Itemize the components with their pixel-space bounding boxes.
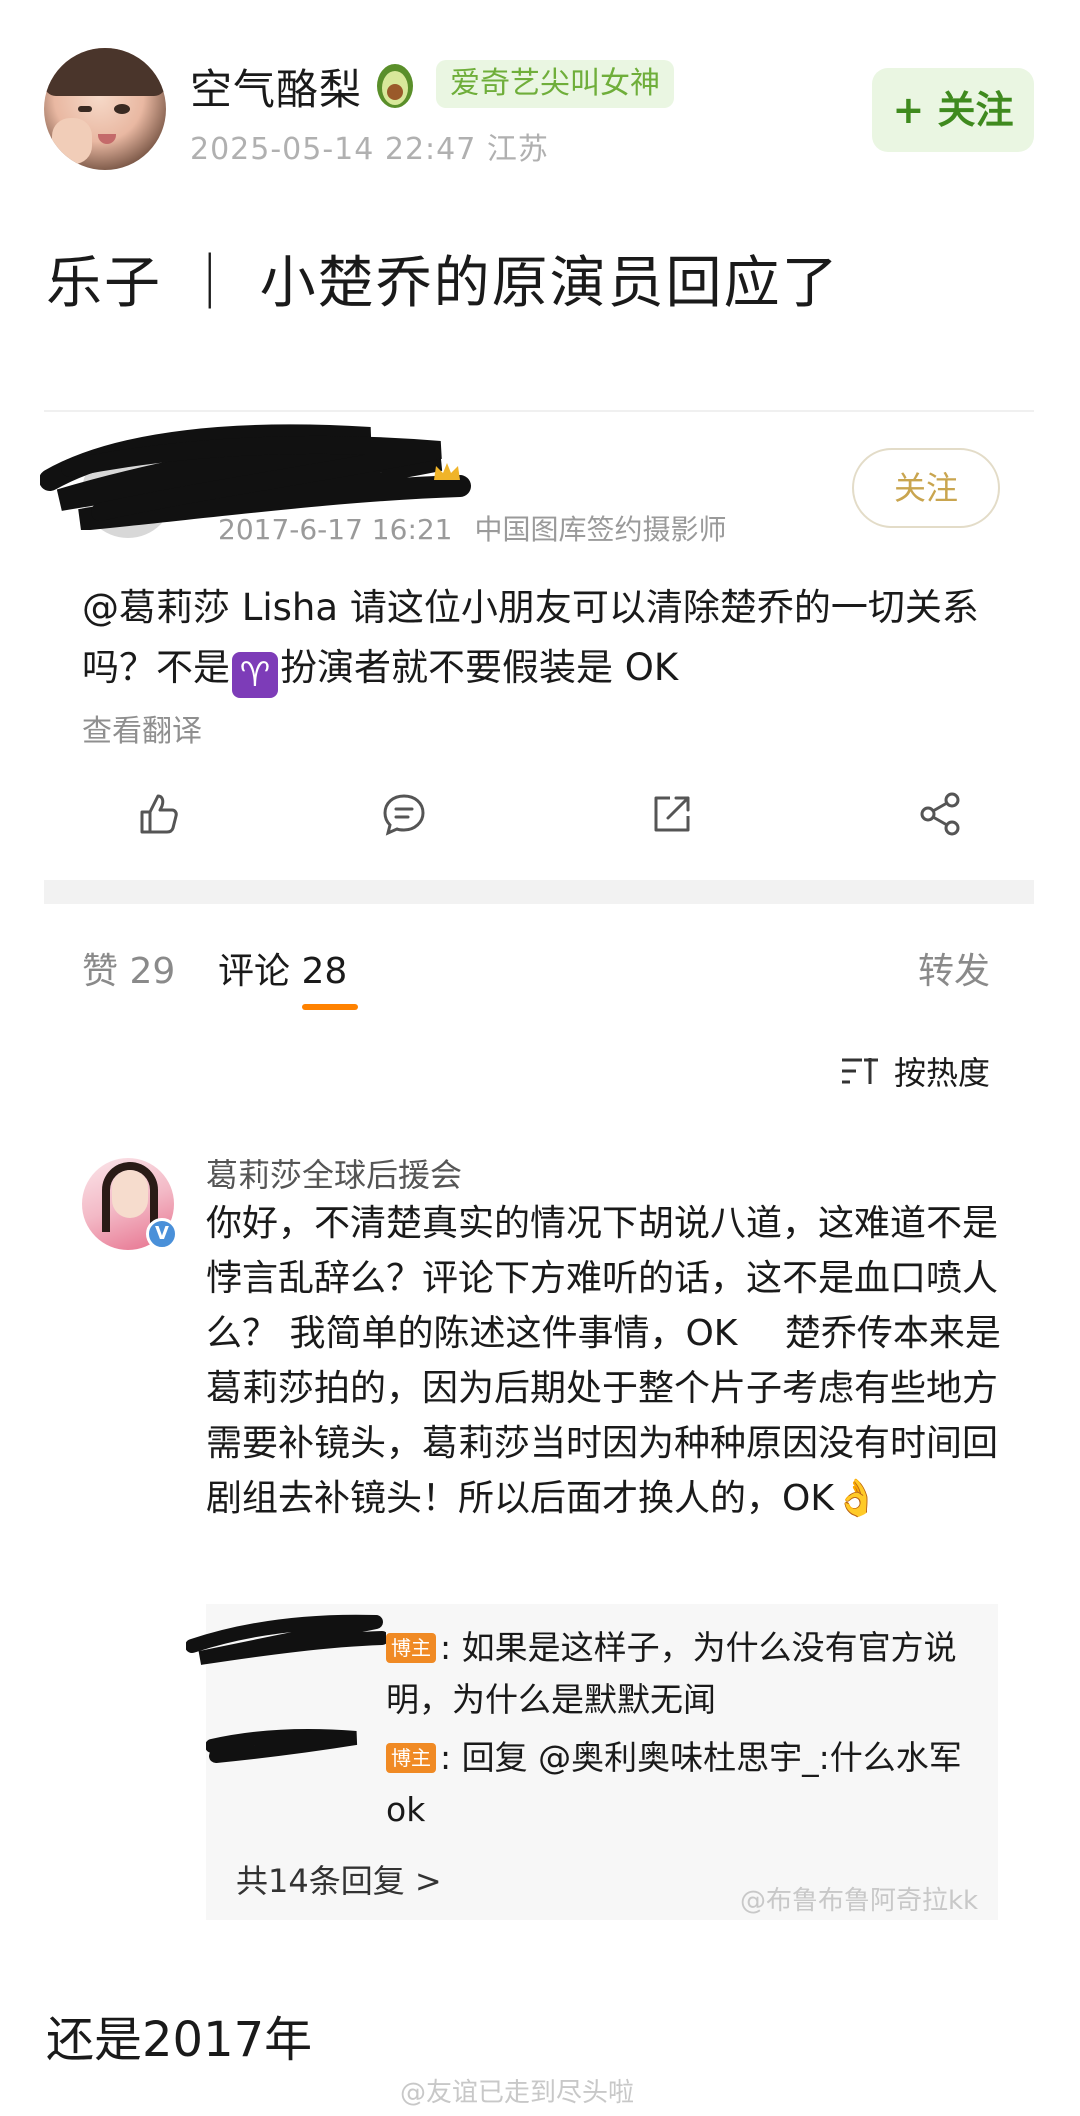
post-header: 空气酪梨 爱奇艺尖叫女神 2025-05-14 22:47 江苏 + 关注 <box>0 0 1080 200</box>
tab-repost[interactable]: 转发 <box>918 942 990 994</box>
share-icon[interactable] <box>916 790 964 838</box>
post-meta: 2025-05-14 22:47 江苏 <box>190 132 549 167</box>
section-divider <box>44 880 1034 904</box>
avocado-icon <box>377 64 413 108</box>
reply-item: 博主: 回复 @奥利奥味杜思宇_:什么水军 ok <box>236 1732 976 1836</box>
like-icon[interactable] <box>134 790 182 838</box>
tab-likes[interactable]: 赞 29 <box>82 942 175 994</box>
avatar-mouth <box>98 134 116 144</box>
commenter-name[interactable]: 葛莉莎全球后援会 <box>206 1150 462 1196</box>
tab-bar: 赞 29 评论 28 转发 <box>44 936 1034 1016</box>
comment-icon[interactable] <box>380 790 428 838</box>
vip-badge[interactable]: 爱奇艺尖叫女神 <box>436 60 674 108</box>
sort-label: 按热度 <box>894 1054 991 1092</box>
watermark: @布鲁布鲁阿奇拉kk <box>740 1886 979 1916</box>
active-tab-indicator <box>302 1004 358 1010</box>
reply-text: : 如果是这样子，为什么没有官方说明，为什么是默默无闻 <box>386 1628 957 1719</box>
weibo-follow-button[interactable]: 关注 <box>852 448 1000 528</box>
watermark: @友谊已走到尽头啦 <box>400 2078 635 2108</box>
tab-comments[interactable]: 评论 28 <box>218 942 347 994</box>
divider <box>44 410 1034 412</box>
weibo-body-text: 扮演者就不要假装是 OK <box>280 646 679 689</box>
translate-link[interactable]: 查看翻译 <box>82 706 202 750</box>
avatar-hand <box>52 118 92 164</box>
post-title: 乐子 ｜ 小楚乔的原演员回应了 <box>46 251 840 316</box>
post-footer-text: 还是2017年 <box>46 2012 313 2068</box>
comment-text: 你好，不清楚真实的情况下胡说八道，这难道不是悖言乱辞么？评论下方难听的话，这不是… <box>206 1196 1006 1526</box>
verified-icon: V <box>146 1218 178 1250</box>
reply-item: 博主: 如果是这样子，为什么没有官方说明，为什么是默默无闻 <box>236 1622 976 1726</box>
ok-hand-icon: 👌 <box>833 1478 879 1519</box>
avatar-face <box>112 1170 148 1218</box>
view-replies-link[interactable]: 共14条回复 > <box>236 1856 442 1902</box>
avatar-hair <box>44 48 166 96</box>
comment-body: 你好，不清楚真实的情况下胡说八道，这难道不是悖言乱辞么？评论下方难听的话，这不是… <box>206 1203 1001 1519</box>
host-badge: 博主 <box>386 1633 436 1663</box>
author-avatar[interactable] <box>44 48 166 170</box>
sort-icon <box>842 1058 878 1084</box>
reply-box[interactable]: 博主: 如果是这样子，为什么没有官方说明，为什么是默默无闻 博主: 回复 @奥利… <box>186 1604 998 1920</box>
author-name[interactable]: 空气酪梨 <box>190 56 362 117</box>
host-badge: 博主 <box>386 1743 436 1773</box>
crown-icon <box>434 463 460 480</box>
follow-button[interactable]: + 关注 <box>872 68 1034 152</box>
sort-control[interactable]: 按热度 <box>840 1048 990 1098</box>
weibo-body: @葛莉莎 Lisha 请这位小朋友可以清除楚乔的一切关系吗？不是 ♈ 扮演者就不要假… <box>82 578 1002 698</box>
avatar-eye <box>114 104 130 114</box>
weibo-time: 2017-6-17 16:21 <box>218 513 453 546</box>
reply-text: : 回复 @奥利奥味杜思宇_:什么水军 ok <box>386 1738 962 1829</box>
aries-icon: ♈ <box>232 652 278 698</box>
weibo-role: 中国图库签约摄影师 <box>474 513 727 546</box>
action-bar <box>44 774 1034 854</box>
share-external-icon[interactable] <box>648 790 696 838</box>
avatar-eye <box>78 106 92 112</box>
weibo-meta: 2017-6-17 16:21 中国图库签约摄影师 <box>218 508 727 548</box>
